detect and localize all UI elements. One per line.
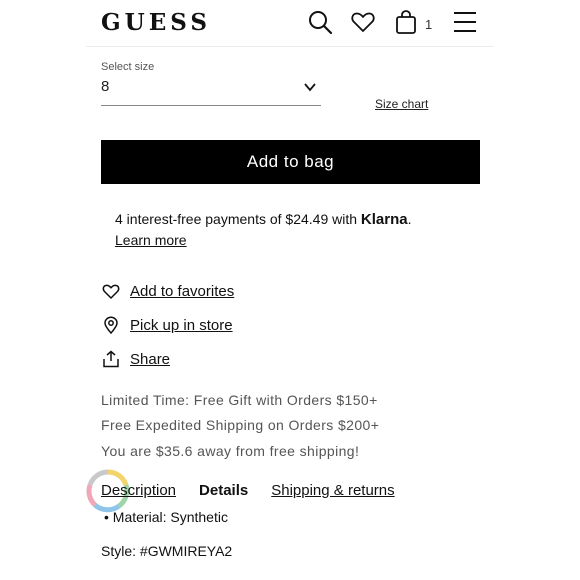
pick-up-in-store-button[interactable]: Pick up in store <box>102 314 233 336</box>
tab-description[interactable]: Description <box>101 482 176 499</box>
menu-icon[interactable] <box>452 9 478 35</box>
klarna-message: 4 interest-free payments of $24.49 with … <box>115 209 412 251</box>
location-pin-icon <box>102 316 120 334</box>
style-number: Style: #GWMIREYA2 <box>101 543 233 559</box>
share-button[interactable]: Share <box>102 348 170 370</box>
add-to-bag-button[interactable]: Add to bag <box>101 140 480 184</box>
size-selected-value: 8 <box>101 78 110 95</box>
guess-logo[interactable]: GUESS <box>101 9 211 36</box>
pick-up-in-store-label: Pick up in store <box>130 316 233 334</box>
learn-more-link[interactable]: Learn more <box>115 230 187 251</box>
heart-icon[interactable] <box>350 9 376 35</box>
select-size-label: Select size <box>101 61 155 73</box>
size-dropdown[interactable]: 8 <box>101 76 321 106</box>
tab-shipping-returns[interactable]: Shipping & returns <box>271 482 394 499</box>
search-icon[interactable] <box>307 9 333 35</box>
size-chart-link[interactable]: Size chart <box>375 97 428 111</box>
cart-count-badge: 1 <box>425 17 433 32</box>
promo-free-gift: Limited Time: Free Gift with Orders $150… <box>101 392 378 408</box>
heart-icon <box>102 282 120 300</box>
promo-free-shipping: Free Expedited Shipping on Orders $200+ <box>101 417 380 433</box>
product-info-tabs: Description Details Shipping & returns <box>101 482 395 499</box>
tab-details[interactable]: Details <box>199 482 248 499</box>
klarna-period: . <box>407 211 412 227</box>
klarna-logo: Klarna <box>360 211 408 228</box>
share-label: Share <box>130 350 171 368</box>
promo-shipping-remaining: You are $35.6 away from free shipping! <box>101 443 360 459</box>
chevron-down-icon <box>303 80 317 94</box>
material-detail: • Material: Synthetic <box>104 509 228 525</box>
add-to-favorites-label: Add to favorites <box>130 282 235 300</box>
bag-icon[interactable] <box>393 9 419 35</box>
klarna-text: 4 interest-free payments of $24.49 with <box>115 211 361 227</box>
share-icon <box>102 350 120 368</box>
site-header: GUESS 1 <box>86 0 494 47</box>
add-to-favorites-button[interactable]: Add to favorites <box>102 280 234 302</box>
